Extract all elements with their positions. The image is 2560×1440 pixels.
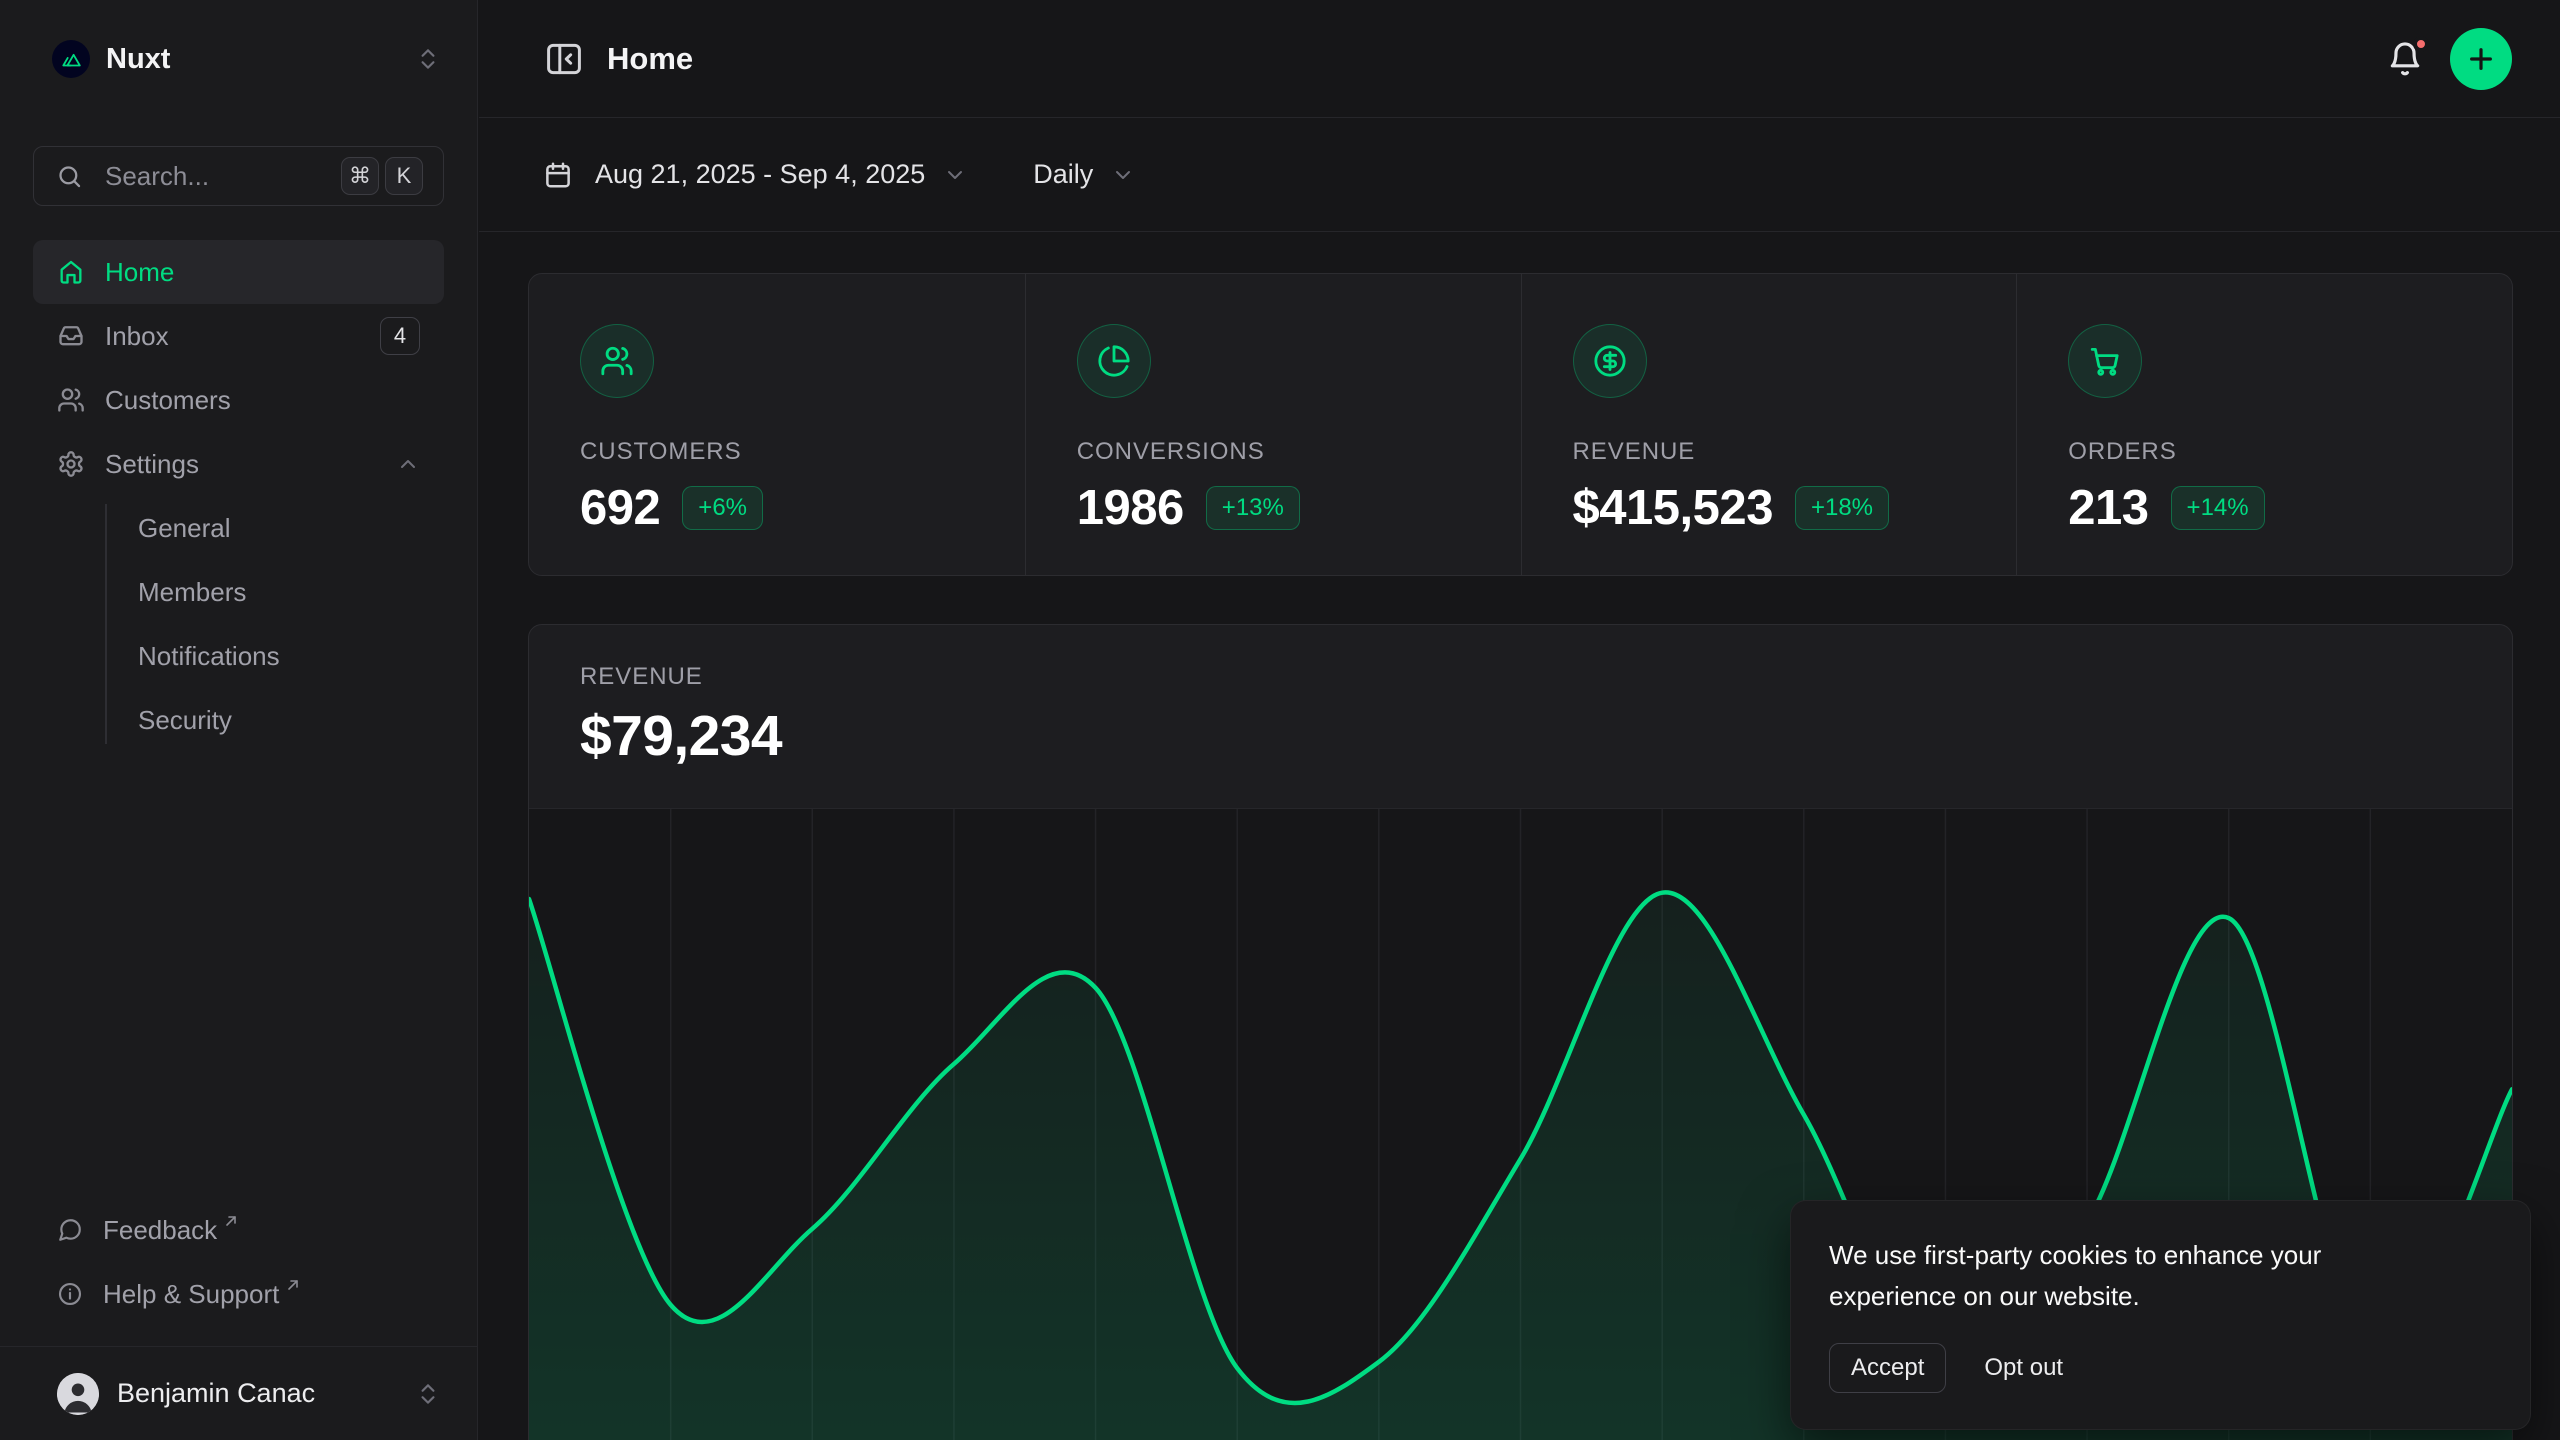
sidebar-item-customers[interactable]: Customers xyxy=(33,368,444,432)
notification-dot xyxy=(2413,36,2429,52)
external-link-icon xyxy=(223,1213,239,1229)
search-input[interactable] xyxy=(105,161,341,192)
sidebar-item-label: Inbox xyxy=(105,321,380,352)
users-icon xyxy=(580,324,654,398)
stat-card-customers[interactable]: CUSTOMERS 692 +6% xyxy=(529,274,1025,575)
kbd-meta: ⌘ xyxy=(341,157,379,195)
info-circle-icon xyxy=(57,1281,83,1307)
optout-cookies-button[interactable]: Opt out xyxy=(1984,1354,2063,1382)
collapse-sidebar-icon[interactable] xyxy=(543,38,585,80)
stat-delta-badge: +14% xyxy=(2171,486,2265,530)
inbox-icon xyxy=(57,322,85,350)
sidebar-item-label: Home xyxy=(105,257,420,288)
home-icon xyxy=(57,258,85,286)
pie-chart-icon xyxy=(1077,324,1151,398)
stat-card-orders[interactable]: ORDERS 213 +14% xyxy=(2016,274,2512,575)
feedback-link[interactable]: Feedback xyxy=(33,1198,444,1262)
cart-icon xyxy=(2068,324,2142,398)
stat-delta-badge: +6% xyxy=(682,486,763,530)
dollar-circle-icon xyxy=(1573,324,1647,398)
stat-value: 213 xyxy=(2068,480,2148,536)
help-support-link[interactable]: Help & Support xyxy=(33,1262,444,1326)
chevrons-up-down-icon[interactable] xyxy=(415,46,441,72)
stat-label: ORDERS xyxy=(2068,438,2472,466)
cookie-message: We use first-party cookies to enhance yo… xyxy=(1829,1235,2492,1317)
user-menu[interactable]: Benjamin Canac xyxy=(0,1346,477,1440)
revenue-chart-label: REVENUE xyxy=(580,663,2462,691)
sidebar-item-label: Settings xyxy=(105,449,396,480)
stat-value: 692 xyxy=(580,480,660,536)
granularity-value: Daily xyxy=(1033,159,1093,190)
workspace-name: Nuxt xyxy=(106,43,415,76)
settings-subnav: General Members Notifications Security xyxy=(33,496,444,752)
user-name: Benjamin Canac xyxy=(117,1378,415,1409)
stat-label: REVENUE xyxy=(1573,438,1977,466)
users-icon xyxy=(57,386,85,414)
date-range-picker[interactable]: Aug 21, 2025 - Sep 4, 2025 xyxy=(543,159,967,190)
cookie-message-line2: experience on our website. xyxy=(1829,1276,2492,1317)
subnav-label: Security xyxy=(138,705,232,736)
chevron-up-icon xyxy=(396,452,420,476)
sidebar-item-label: Customers xyxy=(105,385,420,416)
granularity-select[interactable]: Daily xyxy=(1033,159,1135,190)
notifications-button[interactable] xyxy=(2386,40,2424,78)
sidebar: Nuxt ⌘ K Home xyxy=(0,0,478,1440)
subnav-label: General xyxy=(138,513,231,544)
sidebar-item-general[interactable]: General xyxy=(105,496,444,560)
feedback-label: Feedback xyxy=(103,1215,217,1246)
stats-cards: CUSTOMERS 692 +6% CONVERSIONS 1986 +13% xyxy=(528,273,2513,576)
nuxt-logo-icon xyxy=(52,40,90,78)
sidebar-item-settings[interactable]: Settings xyxy=(33,432,444,496)
gear-icon xyxy=(57,450,85,478)
subnav-label: Members xyxy=(138,577,246,608)
stat-delta-badge: +18% xyxy=(1795,486,1889,530)
inbox-count-badge: 4 xyxy=(380,317,420,355)
calendar-icon xyxy=(543,160,573,190)
help-support-label: Help & Support xyxy=(103,1279,279,1310)
search-icon xyxy=(56,163,83,190)
page-title: Home xyxy=(607,41,2386,77)
kbd-k: K xyxy=(385,157,423,195)
sidebar-item-home[interactable]: Home xyxy=(33,240,444,304)
filters-toolbar: Aug 21, 2025 - Sep 4, 2025 Daily xyxy=(479,118,2560,232)
stat-value: 1986 xyxy=(1077,480,1184,536)
sidebar-footer: Feedback Help & Support xyxy=(0,1198,477,1346)
sidebar-item-inbox[interactable]: Inbox 4 xyxy=(33,304,444,368)
chevron-down-icon xyxy=(1111,163,1135,187)
sidebar-nav: Home Inbox 4 Customers xyxy=(0,240,477,752)
sidebar-item-notifications[interactable]: Notifications xyxy=(105,624,444,688)
stat-value: $415,523 xyxy=(1573,480,1773,536)
revenue-chart-total: $79,234 xyxy=(580,703,2462,769)
cookie-banner: We use first-party cookies to enhance yo… xyxy=(1790,1200,2531,1430)
search-input-wrapper[interactable]: ⌘ K xyxy=(33,146,444,206)
stat-delta-badge: +13% xyxy=(1206,486,1300,530)
stat-label: CONVERSIONS xyxy=(1077,438,1481,466)
topbar: Home xyxy=(479,0,2560,118)
external-link-icon xyxy=(285,1277,301,1293)
date-range-value: Aug 21, 2025 - Sep 4, 2025 xyxy=(595,159,925,190)
stat-label: CUSTOMERS xyxy=(580,438,985,466)
avatar xyxy=(57,1373,99,1415)
workspace-switcher[interactable]: Nuxt xyxy=(0,0,477,118)
stat-card-revenue[interactable]: REVENUE $415,523 +18% xyxy=(1521,274,2017,575)
add-button[interactable] xyxy=(2450,28,2512,90)
stat-card-conversions[interactable]: CONVERSIONS 1986 +13% xyxy=(1025,274,1521,575)
sidebar-item-members[interactable]: Members xyxy=(105,560,444,624)
cookie-message-line1: We use first-party cookies to enhance yo… xyxy=(1829,1235,2492,1276)
sidebar-item-security[interactable]: Security xyxy=(105,688,444,752)
chevrons-up-down-icon xyxy=(415,1381,441,1407)
subnav-label: Notifications xyxy=(138,641,280,672)
chat-bubble-icon xyxy=(57,1217,83,1243)
accept-cookies-button[interactable]: Accept xyxy=(1829,1343,1946,1393)
chevron-down-icon xyxy=(943,163,967,187)
